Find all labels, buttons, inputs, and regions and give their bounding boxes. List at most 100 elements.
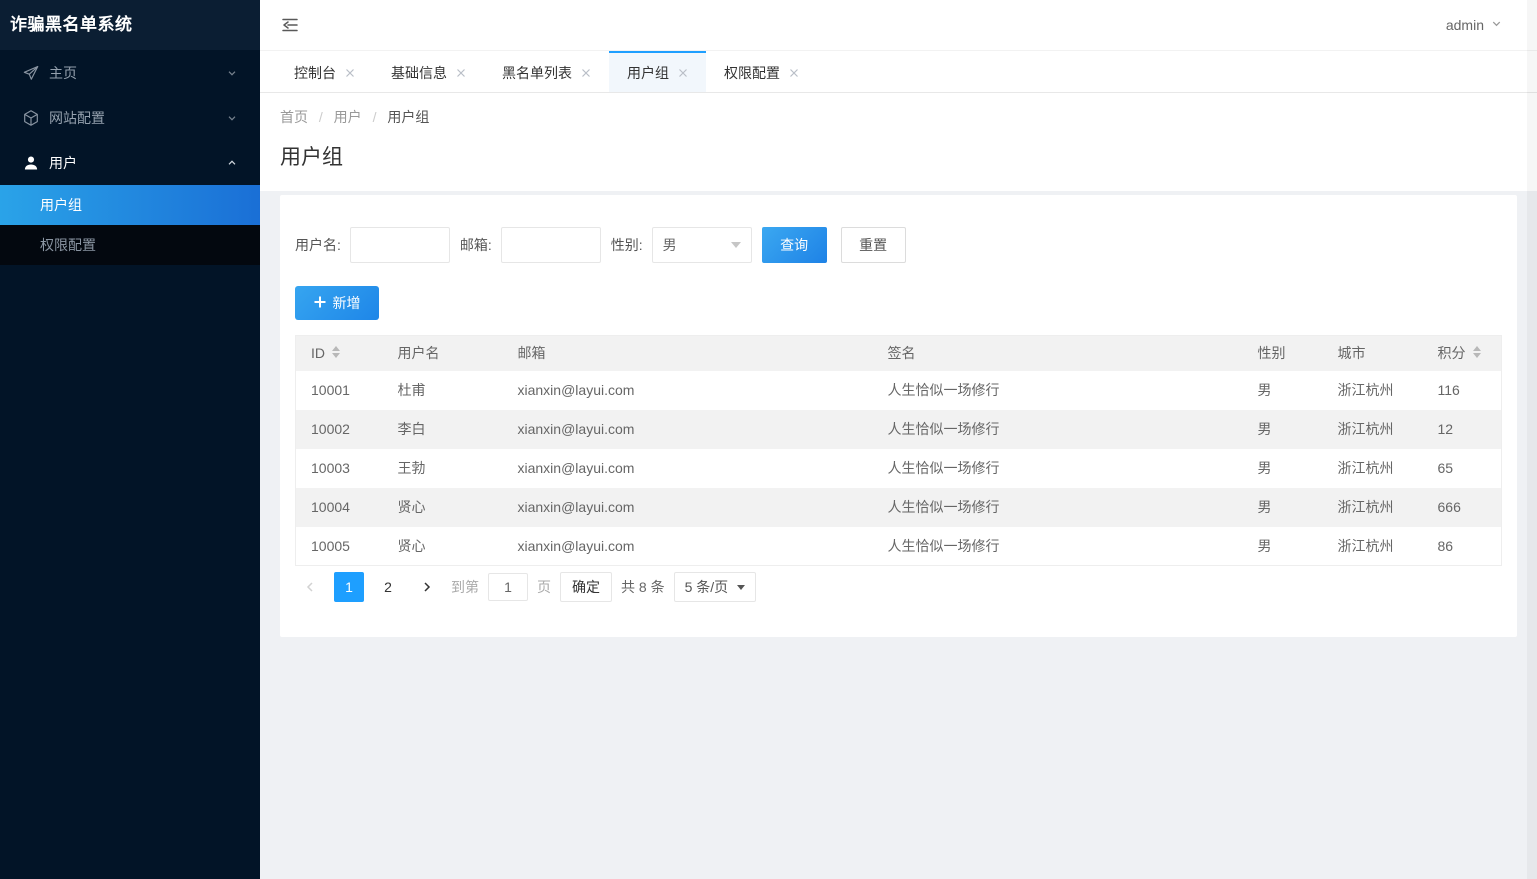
table-row: 10005 贤心 xianxin@layui.com 人生恰似一场修行 男 浙江… xyxy=(296,527,1502,566)
cell-signature: 人生恰似一场修行 xyxy=(872,409,1243,449)
cell-points: 12 xyxy=(1422,409,1502,449)
user-icon xyxy=(22,154,40,172)
sort-icon[interactable] xyxy=(1472,345,1482,362)
sort-icon[interactable] xyxy=(331,345,341,362)
column-header-points[interactable]: 积分 xyxy=(1422,335,1502,371)
close-icon[interactable] xyxy=(456,68,466,78)
table-row: 10002 李白 xianxin@layui.com 人生恰似一场修行 男 浙江… xyxy=(295,409,1502,449)
cell-signature: 人生恰似一场修行 xyxy=(887,460,1000,476)
main-area: admin 控制台 基础信息 黑名单列表 用户组 权限配置 首页 / 用户 / … xyxy=(260,0,1537,879)
column-header-city: 城市 xyxy=(1322,335,1423,371)
page-header: 首页 / 用户 / 用户组 用户组 xyxy=(260,93,1537,191)
close-icon[interactable] xyxy=(345,68,355,78)
tab-blacklist[interactable]: 黑名单列表 xyxy=(484,51,609,92)
user-dropdown[interactable]: admin xyxy=(1446,17,1517,33)
gender-select[interactable]: 男 xyxy=(651,227,752,263)
tab-permission-config[interactable]: 权限配置 xyxy=(706,51,817,92)
chevron-down-icon xyxy=(1490,17,1503,33)
goto-page-input[interactable] xyxy=(488,573,528,601)
cell-points: 86 xyxy=(1437,537,1454,554)
table-row: 10003 王勃 xianxin@layui.com 人生恰似一场修行 男 浙江… xyxy=(296,449,1502,488)
username-label: 用户名: xyxy=(295,237,341,253)
caret-down-icon xyxy=(730,242,741,248)
sidebar-item-home[interactable]: 主页 xyxy=(0,50,260,95)
cell-gender: 男 xyxy=(1242,487,1323,527)
tab-label: 用户组 xyxy=(627,64,669,81)
column-header-username: 用户名 xyxy=(382,335,503,371)
cell-city: 浙江杭州 xyxy=(1337,537,1394,554)
tab-user-group[interactable]: 用户组 xyxy=(609,51,706,92)
cell-gender: 男 xyxy=(1257,537,1272,554)
cell-signature: 人生恰似一场修行 xyxy=(872,487,1243,527)
prev-page-icon[interactable] xyxy=(295,572,325,602)
cell-gender: 男 xyxy=(1242,409,1323,449)
sidebar-item-user-group[interactable]: 用户组 xyxy=(0,185,260,225)
cell-email: xianxin@layui.com xyxy=(502,409,873,449)
page-button-1[interactable]: 1 xyxy=(334,572,364,602)
cell-city: 浙江杭州 xyxy=(1337,460,1394,476)
sidebar-item-permission-config[interactable]: 权限配置 xyxy=(0,225,260,265)
column-header-id[interactable]: ID xyxy=(295,335,383,371)
sidebar-item-site-config[interactable]: 网站配置 xyxy=(0,95,260,140)
sidebar: 诈骗黑名单系统 主页 网站配置 用户 用户组 权限配置 xyxy=(0,0,260,879)
chevron-up-icon xyxy=(226,157,238,169)
cell-id: 10001 xyxy=(311,382,350,398)
next-page-icon[interactable] xyxy=(412,572,442,602)
column-label: ID xyxy=(311,345,325,362)
cell-email: xianxin@layui.com xyxy=(502,487,873,527)
cell-points: 666 xyxy=(1422,487,1502,527)
page-size-value: 5 条/页 xyxy=(684,579,729,595)
cell-username: 李白 xyxy=(382,409,503,449)
cell-signature: 人生恰似一场修行 xyxy=(887,537,1000,554)
cell-id: 10004 xyxy=(295,487,383,527)
cell-id: 10002 xyxy=(295,409,383,449)
page-button-2[interactable]: 2 xyxy=(373,572,403,602)
sidebar-menu: 主页 网站配置 用户 用户组 权限配置 xyxy=(0,50,260,265)
breadcrumb-home[interactable]: 首页 xyxy=(280,109,308,125)
gender-label: 性别: xyxy=(610,237,643,253)
table-row: 10004 贤心 xianxin@layui.com 人生恰似一场修行 男 浙江… xyxy=(295,487,1502,527)
email-input[interactable] xyxy=(500,227,601,263)
email-label: 邮箱: xyxy=(459,237,492,253)
top-header: admin xyxy=(260,0,1537,50)
cell-username: 贤心 xyxy=(397,537,426,554)
caret-down-icon xyxy=(737,584,746,590)
tab-console[interactable]: 控制台 xyxy=(276,51,373,92)
chevron-down-icon xyxy=(226,112,238,124)
table-header: ID 用户名 邮箱 签名 性别 城市 积分 xyxy=(295,335,1502,371)
reset-button[interactable]: 重置 xyxy=(840,227,906,263)
tab-label: 黑名单列表 xyxy=(502,64,572,81)
username: admin xyxy=(1445,17,1484,33)
column-header-gender: 性别 xyxy=(1242,335,1323,371)
chevron-down-icon xyxy=(226,67,238,79)
close-icon[interactable] xyxy=(678,68,688,78)
sidebar-item-label: 主页 xyxy=(49,64,77,81)
close-icon[interactable] xyxy=(789,68,799,78)
add-button-label: 新增 xyxy=(332,295,361,311)
user-table: ID 用户名 邮箱 签名 性别 城市 积分 10001 杜甫 xianxin@l… xyxy=(295,335,1502,566)
search-form: 用户名: 邮箱: 性别: 男 查询 重置 xyxy=(295,227,1502,263)
cell-id: 10003 xyxy=(311,460,350,476)
page-size-select[interactable]: 5 条/页 xyxy=(673,572,757,602)
breadcrumb-current: 用户组 xyxy=(387,109,430,125)
breadcrumb-separator: / xyxy=(318,109,323,125)
username-input[interactable] xyxy=(349,227,450,263)
breadcrumb: 首页 / 用户 / 用户组 xyxy=(280,107,1517,127)
column-header-signature: 签名 xyxy=(872,335,1243,371)
cell-points: 65 xyxy=(1437,460,1454,476)
sidebar-item-label: 网站配置 xyxy=(49,109,105,126)
pagination: 1 2 到第 页 确定 共 8 条 5 条/页 xyxy=(295,572,1502,602)
sidebar-item-label: 用户 xyxy=(49,154,77,171)
add-button[interactable]: 新增 xyxy=(295,286,379,320)
collapse-menu-icon[interactable] xyxy=(280,15,300,35)
tab-bar: 控制台 基础信息 黑名单列表 用户组 权限配置 xyxy=(260,50,1537,93)
close-icon[interactable] xyxy=(581,68,591,78)
cube-icon xyxy=(22,109,40,127)
confirm-button[interactable]: 确定 xyxy=(560,572,612,602)
tab-basic-info[interactable]: 基础信息 xyxy=(373,51,484,92)
column-label: 积分 xyxy=(1437,345,1466,362)
search-button[interactable]: 查询 xyxy=(761,227,827,263)
total-count: 共 8 条 xyxy=(621,579,665,595)
scrollbar-track[interactable] xyxy=(1527,0,1537,879)
sidebar-item-users[interactable]: 用户 xyxy=(0,140,260,185)
